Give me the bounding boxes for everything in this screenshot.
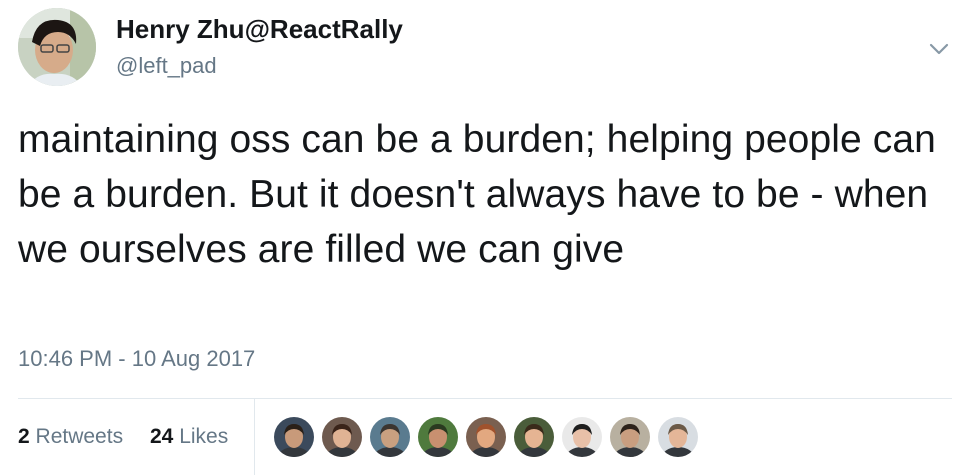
tweet-stats: 2 Retweets 24 Likes [18,399,952,475]
liker-avatar-3[interactable] [370,417,410,457]
stats-separator [254,399,255,475]
liker-avatar-8[interactable] [610,417,650,457]
liker-avatar-2[interactable] [322,417,362,457]
retweets-count: 2 [18,425,30,448]
likes-stat[interactable]: 24 Likes [150,425,228,449]
avatar[interactable] [18,8,96,86]
likes-count: 24 [150,425,174,448]
retweets-label: Retweets [35,425,124,448]
tweet-text: maintaining oss can be a burden; helping… [18,118,936,271]
tweet: Henry Zhu@ReactRally @left_pad maintaini… [0,0,961,475]
tweet-header: Henry Zhu@ReactRally @left_pad [18,8,949,88]
chevron-down-icon[interactable] [926,36,952,62]
liker-avatar-7[interactable] [562,417,602,457]
author-name[interactable]: Henry Zhu@ReactRally [116,14,403,45]
liker-avatar-5[interactable] [466,417,506,457]
liker-avatar-1[interactable] [274,417,314,457]
liker-avatar-9[interactable] [658,417,698,457]
tweet-timestamp[interactable]: 10:46 PM - 10 Aug 2017 [18,346,255,372]
retweets-stat[interactable]: 2 Retweets [18,425,123,449]
liker-avatar-4[interactable] [418,417,458,457]
liker-avatar-6[interactable] [514,417,554,457]
likes-label: Likes [179,425,229,448]
author-handle[interactable]: @left_pad [116,53,217,79]
